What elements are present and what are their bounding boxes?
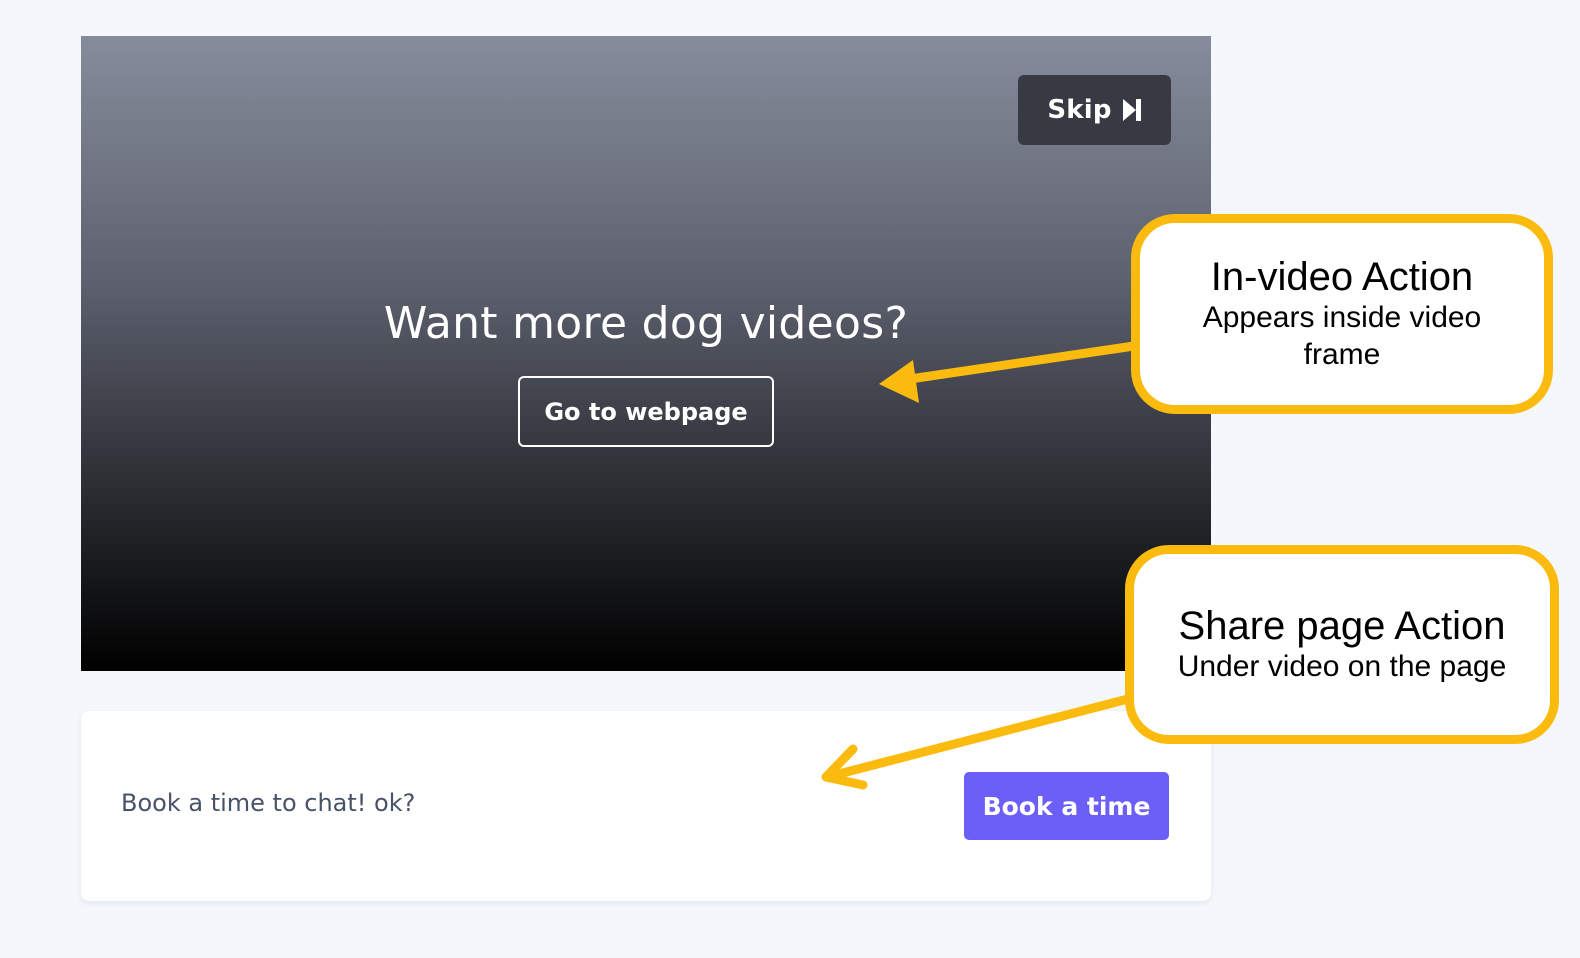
callout-subtitle: Appears inside video frame [1202,301,1482,371]
share-page-text: Book a time to chat! ok? [121,789,416,817]
share-page-action-card: Book a time to chat! ok? Book a time [81,711,1211,901]
callout-title: Share page Action [1178,604,1506,648]
book-a-time-button[interactable]: Book a time [964,772,1169,840]
callout-subtitle: Under video on the page [1177,650,1507,683]
skip-forward-icon [1122,98,1142,122]
video-frame[interactable]: Skip Want more dog videos? Go to webpage [81,36,1211,671]
in-video-action-callout: In-video Action Appears inside video fra… [1131,214,1553,414]
skip-button[interactable]: Skip [1018,75,1171,145]
callout-title: In-video Action [1210,255,1474,299]
share-page-action-callout: Share page Action Under video on the pag… [1125,545,1559,744]
video-headline: Want more dog videos? [383,298,909,349]
skip-label: Skip [1047,95,1112,125]
annotated-screenshot: Skip Want more dog videos? Go to webpage… [0,0,1580,958]
go-to-webpage-button[interactable]: Go to webpage [518,376,774,447]
